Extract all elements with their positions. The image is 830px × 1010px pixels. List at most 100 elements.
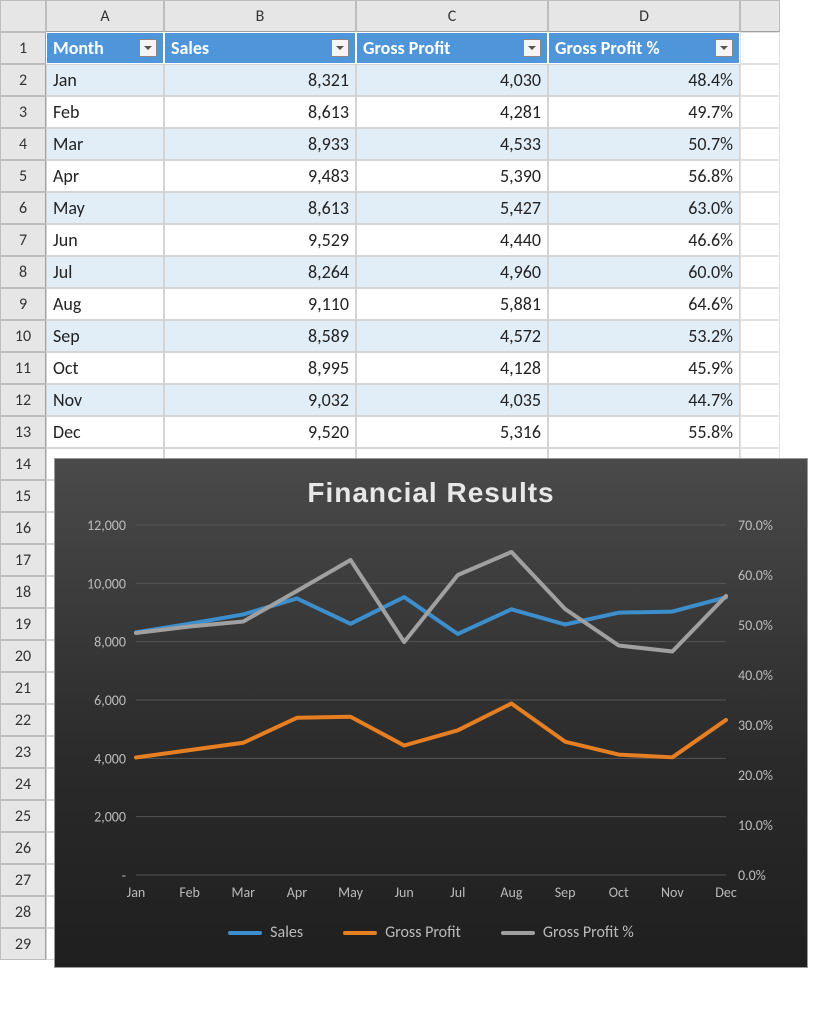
cell-sales[interactable]: 8,613 bbox=[164, 96, 356, 128]
chart-title: Financial Results bbox=[55, 459, 807, 515]
cell-sales[interactable]: 9,520 bbox=[164, 416, 356, 448]
row-header[interactable]: 24 bbox=[0, 768, 46, 800]
cell-gross-profit-pct[interactable]: 64.6% bbox=[548, 288, 740, 320]
cell-sales[interactable]: 8,995 bbox=[164, 352, 356, 384]
row-header[interactable]: 19 bbox=[0, 608, 46, 640]
cell-gross-profit[interactable]: 4,030 bbox=[356, 64, 548, 96]
cell-gross-profit-pct[interactable]: 53.2% bbox=[548, 320, 740, 352]
row-header[interactable]: 23 bbox=[0, 736, 46, 768]
cell-month[interactable]: Dec bbox=[46, 416, 164, 448]
row-header[interactable]: 12 bbox=[0, 384, 46, 416]
cell-gross-profit-pct[interactable]: 48.4% bbox=[548, 64, 740, 96]
row-header[interactable]: 22 bbox=[0, 704, 46, 736]
row-header[interactable]: 9 bbox=[0, 288, 46, 320]
table-header-gross-profit-pct[interactable]: Gross Profit % bbox=[548, 32, 740, 64]
row-header[interactable]: 27 bbox=[0, 864, 46, 896]
row-header[interactable]: 11 bbox=[0, 352, 46, 384]
cell-gross-profit[interactable]: 4,572 bbox=[356, 320, 548, 352]
cell-gross-profit-pct[interactable]: 50.7% bbox=[548, 128, 740, 160]
svg-text:2,000: 2,000 bbox=[94, 809, 126, 826]
cell-gross-profit[interactable]: 5,881 bbox=[356, 288, 548, 320]
column-header-A[interactable]: A bbox=[46, 0, 164, 32]
filter-dropdown-icon[interactable] bbox=[331, 39, 349, 57]
row-header[interactable]: 10 bbox=[0, 320, 46, 352]
cell-sales[interactable]: 9,032 bbox=[164, 384, 356, 416]
row-header[interactable]: 29 bbox=[0, 928, 46, 960]
row-header[interactable]: 21 bbox=[0, 672, 46, 704]
cell-sales[interactable]: 8,613 bbox=[164, 192, 356, 224]
cell-gross-profit[interactable]: 4,128 bbox=[356, 352, 548, 384]
row-header[interactable]: 5 bbox=[0, 160, 46, 192]
table-header-gross-profit[interactable]: Gross Profit bbox=[356, 32, 548, 64]
row-header[interactable]: 26 bbox=[0, 832, 46, 864]
cell-gross-profit-pct[interactable]: 44.7% bbox=[548, 384, 740, 416]
cell-gross-profit-pct[interactable]: 45.9% bbox=[548, 352, 740, 384]
row-header[interactable]: 7 bbox=[0, 224, 46, 256]
table-header-sales[interactable]: Sales bbox=[164, 32, 356, 64]
cell-gross-profit[interactable]: 5,427 bbox=[356, 192, 548, 224]
table-header-month[interactable]: Month bbox=[46, 32, 164, 64]
legend-item-sales: Sales bbox=[228, 923, 303, 942]
cell-gross-profit-pct[interactable]: 56.8% bbox=[548, 160, 740, 192]
cell-gross-profit[interactable]: 4,440 bbox=[356, 224, 548, 256]
cell-month[interactable]: Sep bbox=[46, 320, 164, 352]
cell-gross-profit[interactable]: 4,281 bbox=[356, 96, 548, 128]
cell-gross-profit[interactable]: 5,316 bbox=[356, 416, 548, 448]
row-header[interactable]: 1 bbox=[0, 32, 46, 64]
svg-text:Nov: Nov bbox=[661, 884, 684, 901]
row-header[interactable]: 13 bbox=[0, 416, 46, 448]
chart-plot: -2,0004,0006,0008,00010,00012,0000.0%10.… bbox=[66, 515, 796, 915]
row-header[interactable]: 25 bbox=[0, 800, 46, 832]
cell-gross-profit-pct[interactable]: 55.8% bbox=[548, 416, 740, 448]
cell-gross-profit-pct[interactable]: 46.6% bbox=[548, 224, 740, 256]
cell-month[interactable]: Jun bbox=[46, 224, 164, 256]
cell-month[interactable]: Apr bbox=[46, 160, 164, 192]
row-header[interactable]: 14 bbox=[0, 448, 46, 480]
column-header-D[interactable]: D bbox=[548, 0, 740, 32]
svg-text:6,000: 6,000 bbox=[94, 692, 126, 709]
cell-sales[interactable]: 8,589 bbox=[164, 320, 356, 352]
cell-sales[interactable]: 9,110 bbox=[164, 288, 356, 320]
svg-text:10.0%: 10.0% bbox=[738, 817, 773, 834]
cell-sales[interactable]: 8,264 bbox=[164, 256, 356, 288]
filter-dropdown-icon[interactable] bbox=[523, 39, 541, 57]
row-header[interactable]: 6 bbox=[0, 192, 46, 224]
svg-text:May: May bbox=[338, 884, 363, 901]
cell-month[interactable]: Feb bbox=[46, 96, 164, 128]
column-header-C[interactable]: C bbox=[356, 0, 548, 32]
row-header[interactable]: 16 bbox=[0, 512, 46, 544]
cell-gross-profit[interactable]: 4,035 bbox=[356, 384, 548, 416]
cell-month[interactable]: Nov bbox=[46, 384, 164, 416]
cell-gross-profit[interactable]: 4,533 bbox=[356, 128, 548, 160]
cell-month[interactable]: Mar bbox=[46, 128, 164, 160]
row-header[interactable]: 17 bbox=[0, 544, 46, 576]
cell-sales[interactable]: 9,529 bbox=[164, 224, 356, 256]
cell-month[interactable]: May bbox=[46, 192, 164, 224]
svg-text:4,000: 4,000 bbox=[94, 750, 126, 767]
row-header[interactable]: 3 bbox=[0, 96, 46, 128]
row-header[interactable]: 20 bbox=[0, 640, 46, 672]
cell-gross-profit[interactable]: 4,960 bbox=[356, 256, 548, 288]
row-header[interactable]: 15 bbox=[0, 480, 46, 512]
svg-text:8,000: 8,000 bbox=[94, 634, 126, 651]
filter-dropdown-icon[interactable] bbox=[715, 39, 733, 57]
chart-container[interactable]: Financial Results -2,0004,0006,0008,0001… bbox=[54, 458, 808, 968]
cell-month[interactable]: Jan bbox=[46, 64, 164, 96]
cell-sales[interactable]: 9,483 bbox=[164, 160, 356, 192]
cell-gross-profit-pct[interactable]: 60.0% bbox=[548, 256, 740, 288]
column-header-B[interactable]: B bbox=[164, 0, 356, 32]
row-header[interactable]: 18 bbox=[0, 576, 46, 608]
cell-sales[interactable]: 8,321 bbox=[164, 64, 356, 96]
filter-dropdown-icon[interactable] bbox=[139, 39, 157, 57]
cell-month[interactable]: Jul bbox=[46, 256, 164, 288]
cell-month[interactable]: Aug bbox=[46, 288, 164, 320]
row-header[interactable]: 2 bbox=[0, 64, 46, 96]
cell-month[interactable]: Oct bbox=[46, 352, 164, 384]
row-header[interactable]: 28 bbox=[0, 896, 46, 928]
row-header[interactable]: 4 bbox=[0, 128, 46, 160]
cell-gross-profit[interactable]: 5,390 bbox=[356, 160, 548, 192]
cell-gross-profit-pct[interactable]: 49.7% bbox=[548, 96, 740, 128]
cell-gross-profit-pct[interactable]: 63.0% bbox=[548, 192, 740, 224]
row-header[interactable]: 8 bbox=[0, 256, 46, 288]
cell-sales[interactable]: 8,933 bbox=[164, 128, 356, 160]
